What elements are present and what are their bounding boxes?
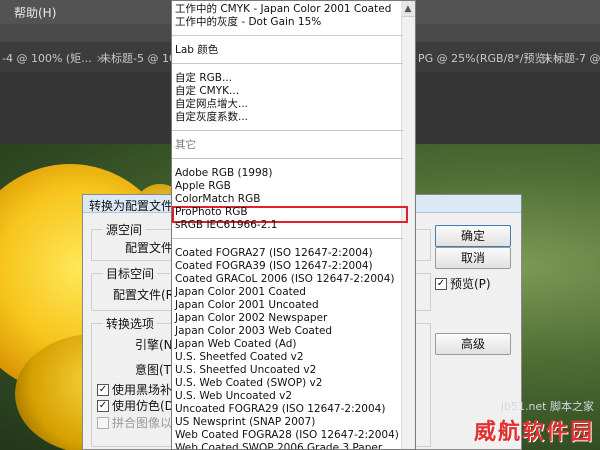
dropdown-item[interactable]: ColorMatch RGB [175, 193, 260, 206]
dropdown-item[interactable]: US Newsprint (SNAP 2007) [175, 416, 315, 429]
watermark-logo: 威航软件园 [473, 420, 594, 445]
ok-button[interactable]: 确定 [435, 225, 511, 247]
scrollbar[interactable]: ▲ [401, 1, 415, 449]
dialog-title: 转换为配置文件 [89, 199, 174, 213]
checkbox-empty-icon [97, 416, 109, 429]
dropdown-item[interactable]: Web Coated SWOP 2006 Grade 3 Paper [175, 442, 382, 449]
dropdown-item[interactable]: Uncoated FOGRA29 (ISO 12647-2:2004) [175, 403, 385, 416]
dropdown-separator [172, 238, 403, 239]
doc-tab-4[interactable]: 未标题-7 @ [542, 50, 600, 68]
dropdown-item-selected[interactable]: sRGB IEC61966-2.1 [175, 219, 277, 232]
dropdown-item[interactable]: U.S. Sheetfed Uncoated v2 [175, 364, 316, 377]
dropdown-item[interactable]: U.S. Web Uncoated v2 [175, 390, 292, 403]
doc-tab-1[interactable]: -4 @ 100% (矩... × [2, 50, 105, 68]
dropdown-item[interactable]: Japan Color 2003 Web Coated [175, 325, 332, 338]
dropdown-item[interactable]: Coated FOGRA39 (ISO 12647-2:2004) [175, 260, 373, 273]
preview-checkbox[interactable]: ✓ 预览(P) [435, 275, 491, 292]
dropdown-item[interactable]: 自定 CMYK... [175, 85, 239, 98]
dropdown-item[interactable]: 工作中的灰度 - Dot Gain 15% [175, 16, 321, 29]
dropdown-item[interactable]: Japan Color 2001 Uncoated [175, 299, 319, 312]
cancel-button[interactable]: 取消 [435, 247, 511, 269]
dropdown-item[interactable]: U.S. Web Coated (SWOP) v2 [175, 377, 322, 390]
conversion-options-label: 转换选项 [103, 315, 158, 332]
watermark: jb51.net 脚本之家 威航软件园 [474, 398, 594, 446]
checkmark-icon: ✓ [97, 399, 109, 412]
source-profile-label: 配置文件: [125, 241, 178, 255]
dropdown-item[interactable]: Lab 颜色 [175, 44, 218, 57]
dropdown-item[interactable]: ProPhoto RGB [175, 206, 248, 219]
dropdown-item[interactable]: Coated GRACoL 2006 (ISO 12647-2:2004) [175, 273, 394, 286]
dropdown-item[interactable]: Japan Color 2002 Newspaper [175, 312, 327, 325]
dest-space-label: 目标空间 [103, 265, 158, 282]
dropdown-item[interactable]: Adobe RGB (1998) [175, 167, 272, 180]
scroll-up-icon[interactable]: ▲ [401, 1, 415, 17]
dropdown-item[interactable]: 工作中的 CMYK - Japan Color 2001 Coated [175, 3, 391, 16]
dropdown-separator [172, 130, 403, 131]
dropdown-item[interactable]: Web Coated FOGRA28 (ISO 12647-2:2004) [175, 429, 399, 442]
checkmark-icon: ✓ [435, 277, 447, 290]
menu-help[interactable]: 帮助(H) [14, 4, 56, 21]
watermark-site: jb51.net 脚本之家 [500, 400, 594, 413]
profile-dropdown-list[interactable]: ▲ 工作中的 CMYK - Japan Color 2001 Coated 工作中… [171, 0, 416, 450]
dropdown-item[interactable]: Coated FOGRA27 (ISO 12647-2:2004) [175, 247, 373, 260]
dropdown-item[interactable]: Apple RGB [175, 180, 231, 193]
dropdown-separator [172, 158, 403, 159]
dropdown-item[interactable]: Japan Web Coated (Ad) [175, 338, 296, 351]
checkmark-icon: ✓ [97, 383, 109, 396]
dropdown-section-header: 其它 [175, 139, 196, 151]
dropdown-item[interactable]: 自定灰度系数... [175, 111, 248, 124]
dropdown-separator [172, 63, 403, 64]
dropdown-item[interactable]: Japan Color 2001 Coated [175, 286, 306, 299]
advanced-button[interactable]: 高级 [435, 333, 511, 355]
dropdown-separator [172, 35, 403, 36]
dropdown-item[interactable]: U.S. Sheetfed Coated v2 [175, 351, 304, 364]
dropdown-item[interactable]: 自定 RGB... [175, 72, 232, 85]
source-space-label: 源空间 [103, 221, 146, 238]
dropdown-item[interactable]: 自定网点增大... [175, 98, 248, 111]
dither-checkbox[interactable]: ✓ 使用仿色(D) [97, 397, 179, 414]
